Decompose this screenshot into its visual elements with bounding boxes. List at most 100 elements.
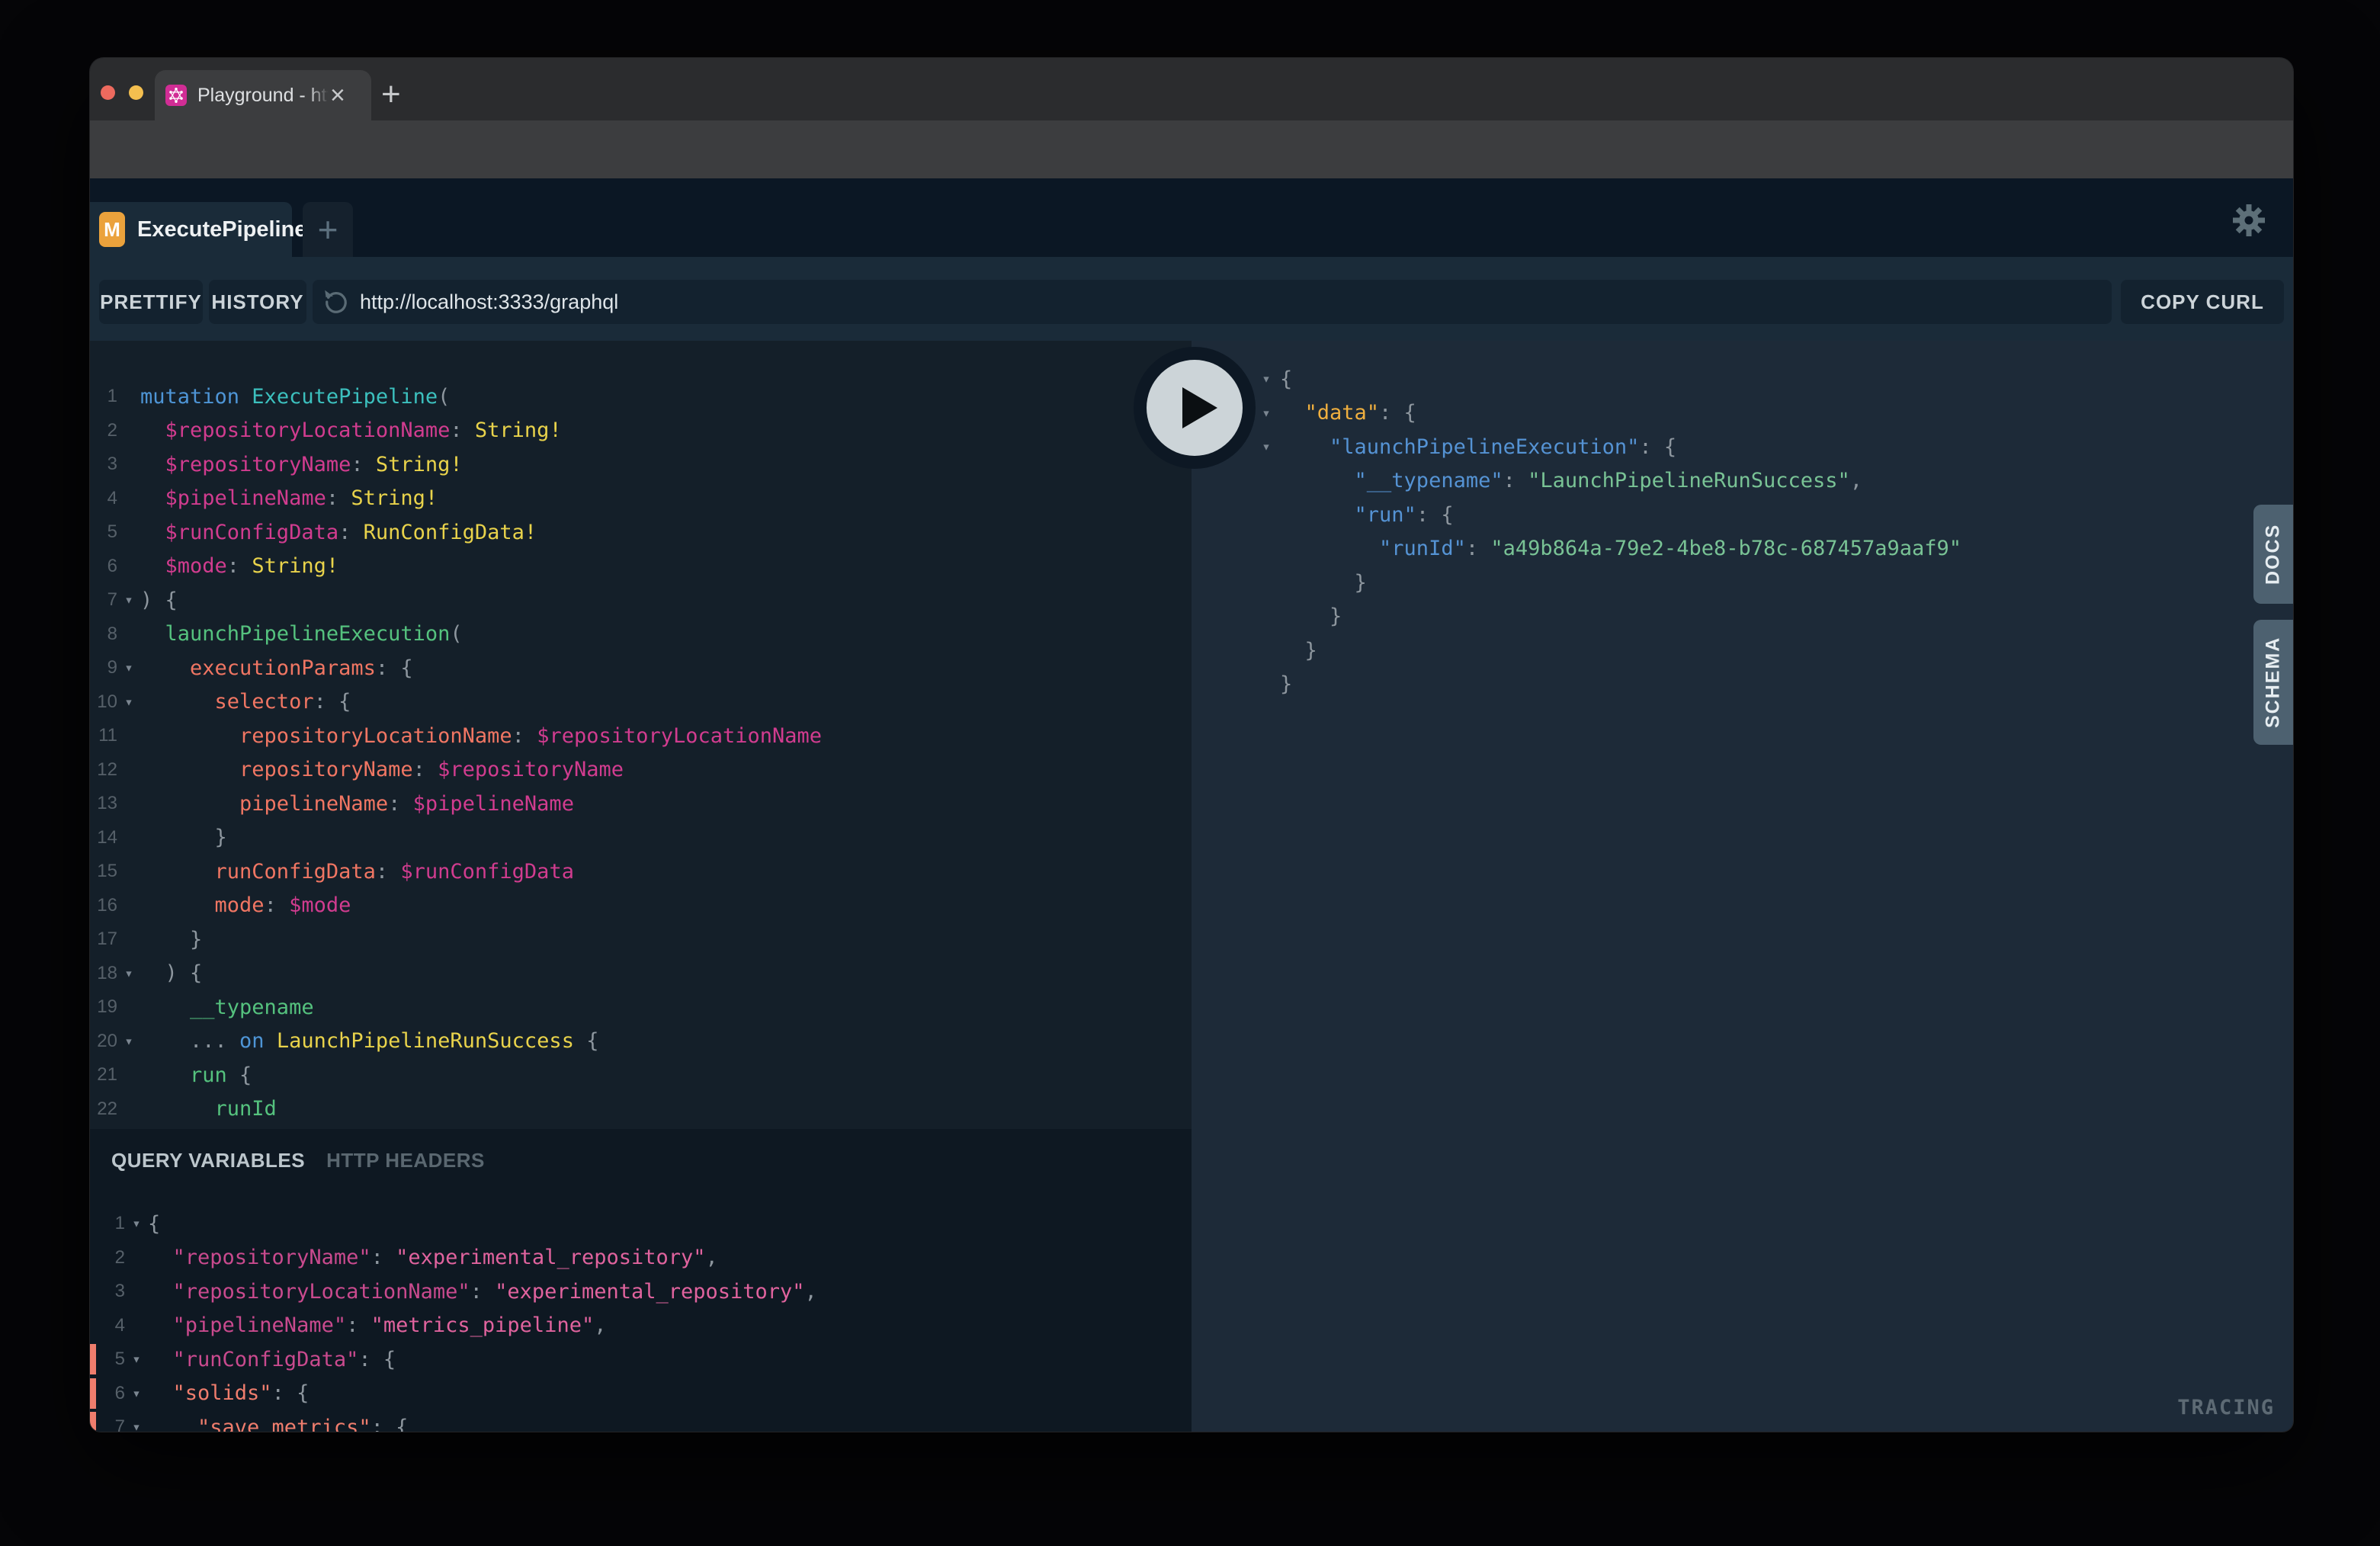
editor-code-line[interactable]: 16 mode: $mode (90, 889, 1192, 923)
fold-arrow-icon[interactable]: ▾ (125, 1385, 148, 1402)
code-text: __typename (140, 996, 1192, 1019)
code-text: "pipelineName": "metrics_pipeline", (148, 1313, 1192, 1337)
gutter-spacer (90, 1243, 96, 1273)
line-number: 4 (90, 488, 117, 509)
screenshot-stage: Playground - http://localhost:3 × + (0, 0, 2380, 1546)
endpoint-reload-icon[interactable] (323, 289, 349, 315)
vars-code-line[interactable]: 4 "pipelineName": "metrics_pipeline", (90, 1309, 1192, 1343)
editor-code-line[interactable]: 14 } (90, 821, 1192, 855)
vars-code-line[interactable]: 5▾ "runConfigData": { (90, 1342, 1192, 1377)
fold-arrow-icon[interactable]: ▾ (125, 1351, 148, 1368)
query-editor-pane[interactable]: 1mutation ExecutePipeline(2 $repositoryL… (90, 341, 1192, 1129)
code-text: } (140, 928, 1192, 951)
editor-code-line[interactable]: 11 repositoryLocationName: $repositoryLo… (90, 719, 1192, 753)
playground-new-tab-button[interactable]: + (303, 202, 353, 257)
query-variables-lines[interactable]: 1▾{2 "repositoryName": "experimental_rep… (90, 1192, 1192, 1432)
fold-arrow-icon[interactable]: ▾ (1253, 370, 1280, 387)
fold-arrow-icon[interactable]: ▾ (117, 965, 140, 982)
query-variables-pane[interactable]: QUERY VARIABLES HTTP HEADERS 1▾{2 "repos… (90, 1129, 1192, 1432)
editor-code-line[interactable]: 12 repositoryName: $repositoryName (90, 753, 1192, 787)
browser-window: Playground - http://localhost:3 × + (90, 58, 2293, 1432)
line-number: 7 (98, 1416, 125, 1432)
endpoint-input[interactable]: http://localhost:3333/graphql (313, 280, 2112, 324)
browser-tab-playground[interactable]: Playground - http://localhost:3 × (155, 70, 371, 120)
code-text: mode: $mode (140, 893, 1192, 917)
fold-arrow-icon[interactable]: ▾ (117, 592, 140, 608)
fold-arrow-icon[interactable]: ▾ (117, 694, 140, 710)
line-number: 3 (90, 454, 117, 475)
editor-code-line[interactable]: 19 __typename (90, 990, 1192, 1025)
editor-code-line[interactable]: 8 launchPipelineExecution( (90, 617, 1192, 652)
line-number: 7 (90, 589, 117, 611)
window-minimize-button[interactable] (129, 85, 143, 100)
query-editor-lines[interactable]: 1mutation ExecutePipeline(2 $repositoryL… (90, 341, 1192, 1129)
editor-code-line[interactable]: 1mutation ExecutePipeline( (90, 380, 1192, 414)
line-number: 20 (90, 1031, 117, 1052)
playground-tab-executepipeline[interactable]: M ExecutePipeline × (90, 202, 292, 257)
resp-code-line: "runId": "a49b864a-79e2-4be8-b78c-687457… (1192, 532, 2293, 566)
fold-arrow-icon[interactable]: ▾ (125, 1215, 148, 1232)
tab-query-variables[interactable]: QUERY VARIABLES (111, 1149, 305, 1172)
code-text: ) { (140, 961, 1192, 985)
fold-arrow-icon[interactable]: ▾ (117, 1033, 140, 1050)
line-number: 4 (98, 1315, 125, 1336)
browser-tab-title: Playground - http://localhost:3 (197, 85, 329, 107)
history-button[interactable]: HISTORY (209, 280, 306, 324)
line-number: 6 (90, 556, 117, 577)
editor-code-line[interactable]: 7▾) { (90, 583, 1192, 617)
code-text: runId (140, 1097, 1192, 1121)
editor-code-line[interactable]: 5 $runConfigData: RunConfigData! (90, 515, 1192, 550)
code-text: "repositoryLocationName": "experimental_… (148, 1280, 1192, 1304)
tab-http-headers[interactable]: HTTP HEADERS (326, 1149, 485, 1172)
response-pane: ▾{▾ "data": {▾ "launchPipelineExecution"… (1192, 341, 2293, 1432)
editor-code-line[interactable]: 20▾ ... on LaunchPipelineRunSuccess { (90, 1025, 1192, 1059)
editor-code-line[interactable]: 17 } (90, 922, 1192, 957)
playground-tab-title: ExecutePipeline (137, 217, 306, 242)
fold-arrow-icon[interactable]: ▾ (117, 659, 140, 676)
code-text: runConfigData: $runConfigData (140, 860, 1192, 884)
vars-code-line[interactable]: 3 "repositoryLocationName": "experimenta… (90, 1275, 1192, 1309)
editor-code-line[interactable]: 22 runId (90, 1092, 1192, 1127)
vars-code-line[interactable]: 7▾ "save_metrics": { (90, 1410, 1192, 1432)
line-number: 8 (90, 624, 117, 645)
copy-curl-button[interactable]: COPY CURL (2121, 280, 2284, 324)
editor-code-line[interactable]: 10▾ selector: { (90, 685, 1192, 720)
code-text: } (1280, 639, 2293, 662)
code-text: "__typename": "LaunchPipelineRunSuccess"… (1280, 469, 2293, 492)
code-text: "launchPipelineExecution": { (1280, 435, 2293, 459)
editor-code-line[interactable]: 21 run { (90, 1058, 1192, 1092)
docs-side-tab[interactable]: DOCS (2253, 505, 2293, 604)
browser-tab-close-icon[interactable]: × (330, 82, 345, 108)
code-text: } (1280, 605, 2293, 628)
resp-code-line: } (1192, 566, 2293, 600)
code-text: $repositoryLocationName: String! (140, 419, 1192, 442)
editor-code-line[interactable]: 4 $pipelineName: String! (90, 482, 1192, 516)
playground-content: 1mutation ExecutePipeline(2 $repositoryL… (90, 341, 2293, 1432)
resp-code-line: "run": { (1192, 498, 2293, 532)
line-number: 14 (90, 827, 117, 848)
resp-code-line: } (1192, 668, 2293, 702)
editor-code-line[interactable]: 18▾ ) { (90, 957, 1192, 991)
schema-side-tab[interactable]: SCHEMA (2253, 620, 2293, 745)
window-close-button[interactable] (101, 85, 115, 100)
editor-code-line[interactable]: 13 pipelineName: $pipelineName (90, 787, 1192, 821)
prettify-button[interactable]: PRETTIFY (99, 280, 203, 324)
editor-code-line[interactable]: 6 $mode: String! (90, 550, 1192, 584)
line-number: 10 (90, 691, 117, 713)
vars-code-line[interactable]: 6▾ "solids": { (90, 1377, 1192, 1411)
editor-code-line[interactable]: 3 $repositoryName: String! (90, 447, 1192, 482)
vars-code-line[interactable]: 2 "repositoryName": "experimental_reposi… (90, 1241, 1192, 1275)
browser-new-tab-button[interactable]: + (381, 79, 401, 110)
line-number: 13 (90, 793, 117, 814)
fold-arrow-icon[interactable]: ▾ (1253, 438, 1280, 455)
fold-arrow-icon[interactable]: ▾ (125, 1419, 148, 1432)
editor-code-line[interactable]: 15 runConfigData: $runConfigData (90, 855, 1192, 889)
browser-urlbar-row: localhost:3333/graphql Guest (90, 120, 2293, 178)
tracing-expander[interactable]: TRACING (2177, 1396, 2275, 1419)
editor-code-line[interactable]: 9▾ executionParams: { (90, 651, 1192, 685)
editor-code-line[interactable]: 2 $repositoryLocationName: String! (90, 414, 1192, 448)
vars-code-line[interactable]: 1▾{ (90, 1207, 1192, 1241)
fold-arrow-icon[interactable]: ▾ (1253, 405, 1280, 422)
settings-gear-icon[interactable] (2231, 203, 2266, 238)
endpoint-url: http://localhost:3333/graphql (360, 290, 618, 314)
